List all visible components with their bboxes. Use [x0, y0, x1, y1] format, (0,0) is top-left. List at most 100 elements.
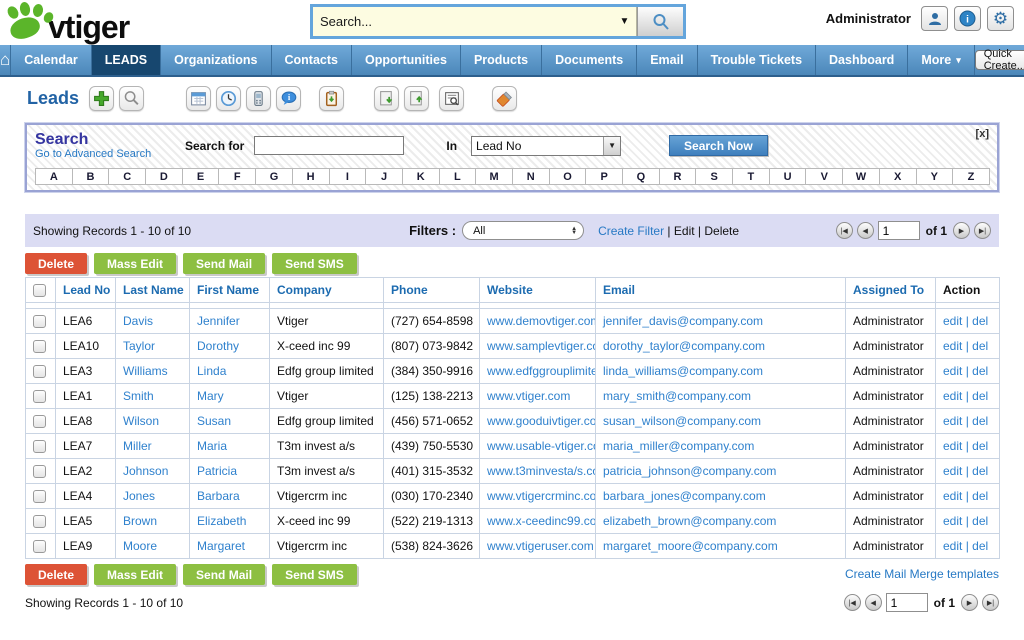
alpha-T[interactable]: T: [732, 168, 770, 185]
edit-link[interactable]: edit: [943, 339, 962, 353]
create-filter-link[interactable]: Create Filter: [598, 224, 664, 238]
home-tab[interactable]: ⌂: [0, 45, 11, 75]
calendar-button[interactable]: [186, 86, 211, 111]
alpha-K[interactable]: K: [402, 168, 440, 185]
last-name-value[interactable]: Taylor: [123, 339, 155, 353]
alpha-C[interactable]: C: [108, 168, 146, 185]
row-checkbox[interactable]: [33, 365, 46, 378]
alpha-X[interactable]: X: [879, 168, 917, 185]
edit-filter-link[interactable]: Edit: [674, 224, 695, 238]
last-name-value[interactable]: Jones: [123, 489, 155, 503]
website-value[interactable]: www.gooduivtiger.com: [487, 414, 596, 428]
clipboard-button[interactable]: [319, 86, 344, 111]
search-field-select[interactable]: Lead No ▼: [471, 136, 621, 156]
first-name-value[interactable]: Maria: [197, 439, 227, 453]
import-button[interactable]: [374, 86, 399, 111]
delete-filter-link[interactable]: Delete: [704, 224, 739, 238]
last-name-value[interactable]: Smith: [123, 389, 154, 403]
column-header-assigned-to[interactable]: Assigned To: [846, 278, 936, 303]
edit-link[interactable]: edit: [943, 439, 962, 453]
last-name-value[interactable]: Wilson: [123, 414, 159, 428]
website-value[interactable]: www.vtigeruser.com: [487, 539, 594, 553]
edit-link[interactable]: edit: [943, 489, 962, 503]
alpha-U[interactable]: U: [769, 168, 807, 185]
alpha-A[interactable]: A: [35, 168, 73, 185]
del-link[interactable]: del: [972, 489, 988, 503]
last-name-value[interactable]: Davis: [123, 314, 153, 328]
mass-edit-button[interactable]: Mass Edit: [94, 564, 176, 585]
column-header-website[interactable]: Website: [480, 278, 596, 303]
column-header-first-name[interactable]: First Name: [190, 278, 270, 303]
alpha-H[interactable]: H: [292, 168, 330, 185]
email-value[interactable]: maria_miller@company.com: [603, 439, 754, 453]
add-button[interactable]: [89, 86, 114, 111]
row-checkbox[interactable]: [33, 540, 46, 553]
select-all-checkbox[interactable]: [33, 284, 46, 297]
website-value[interactable]: www.t3minvesta/s.com: [487, 464, 596, 478]
del-link[interactable]: del: [972, 389, 988, 403]
mail-merge-link[interactable]: Create Mail Merge templates: [845, 567, 999, 581]
row-checkbox[interactable]: [33, 440, 46, 453]
edit-link[interactable]: edit: [943, 539, 962, 553]
page-number-input[interactable]: [878, 221, 920, 240]
email-value[interactable]: elizabeth_brown@company.com: [603, 514, 776, 528]
first-name-value[interactable]: Dorothy: [197, 339, 239, 353]
tab-opportunities[interactable]: Opportunities: [352, 45, 461, 75]
mass-edit-button[interactable]: Mass Edit: [94, 253, 176, 274]
website-value[interactable]: www.edfggrouplimited.com: [487, 364, 596, 378]
search-button[interactable]: [119, 86, 144, 111]
row-checkbox[interactable]: [33, 465, 46, 478]
del-link[interactable]: del: [972, 314, 988, 328]
delete-button[interactable]: Delete: [25, 253, 87, 274]
email-value[interactable]: susan_wilson@company.com: [603, 414, 761, 428]
first-page-button[interactable]: |◀: [844, 594, 861, 611]
alpha-V[interactable]: V: [805, 168, 843, 185]
tab-trouble-tickets[interactable]: Trouble Tickets: [698, 45, 816, 75]
tab-dashboard[interactable]: Dashboard: [816, 45, 908, 75]
last-name-value[interactable]: Williams: [123, 364, 168, 378]
delete-button[interactable]: Delete: [25, 564, 87, 585]
del-link[interactable]: del: [972, 439, 988, 453]
alpha-S[interactable]: S: [695, 168, 733, 185]
page-number-input[interactable]: [886, 593, 928, 612]
alpha-J[interactable]: J: [365, 168, 403, 185]
del-link[interactable]: del: [972, 539, 988, 553]
email-value[interactable]: mary_smith@company.com: [603, 389, 751, 403]
alpha-Z[interactable]: Z: [952, 168, 990, 185]
global-search-input[interactable]: Search...: [313, 7, 613, 36]
row-checkbox[interactable]: [33, 340, 46, 353]
first-name-value[interactable]: Linda: [197, 364, 226, 378]
search-dropdown-arrow-icon[interactable]: ▼: [613, 7, 637, 36]
email-value[interactable]: linda_williams@company.com: [603, 364, 763, 378]
first-name-value[interactable]: Barbara: [197, 489, 240, 503]
website-value[interactable]: www.x-ceedinc99.com: [487, 514, 596, 528]
row-checkbox[interactable]: [33, 415, 46, 428]
first-name-value[interactable]: Margaret: [197, 539, 245, 553]
last-page-button[interactable]: ▶|: [982, 594, 999, 611]
website-value[interactable]: www.samplevtiger.com: [487, 339, 596, 353]
row-checkbox[interactable]: [33, 515, 46, 528]
last-name-value[interactable]: Miller: [123, 439, 152, 453]
first-name-value[interactable]: Susan: [197, 414, 231, 428]
alpha-P[interactable]: P: [585, 168, 623, 185]
help-button[interactable]: i: [954, 6, 981, 31]
tab-calendar[interactable]: Calendar: [11, 45, 92, 75]
next-page-button[interactable]: ▶: [961, 594, 978, 611]
send-mail-button[interactable]: Send Mail: [183, 253, 265, 274]
export-button[interactable]: [404, 86, 429, 111]
alpha-R[interactable]: R: [659, 168, 697, 185]
edit-link[interactable]: edit: [943, 314, 962, 328]
column-header-lead-no[interactable]: Lead No: [56, 278, 116, 303]
website-value[interactable]: www.vtiger.com: [487, 389, 570, 403]
column-header-company[interactable]: Company: [270, 278, 384, 303]
email-value[interactable]: jennifer_davis@company.com: [603, 314, 763, 328]
next-page-button[interactable]: ▶: [953, 222, 970, 239]
tab-products[interactable]: Products: [461, 45, 542, 75]
website-value[interactable]: www.usable-vtiger.com: [487, 439, 596, 453]
alpha-L[interactable]: L: [439, 168, 477, 185]
del-link[interactable]: del: [972, 464, 988, 478]
send-mail-button[interactable]: Send Mail: [183, 564, 265, 585]
alpha-D[interactable]: D: [145, 168, 183, 185]
search-for-input[interactable]: [254, 136, 404, 155]
alpha-G[interactable]: G: [255, 168, 293, 185]
